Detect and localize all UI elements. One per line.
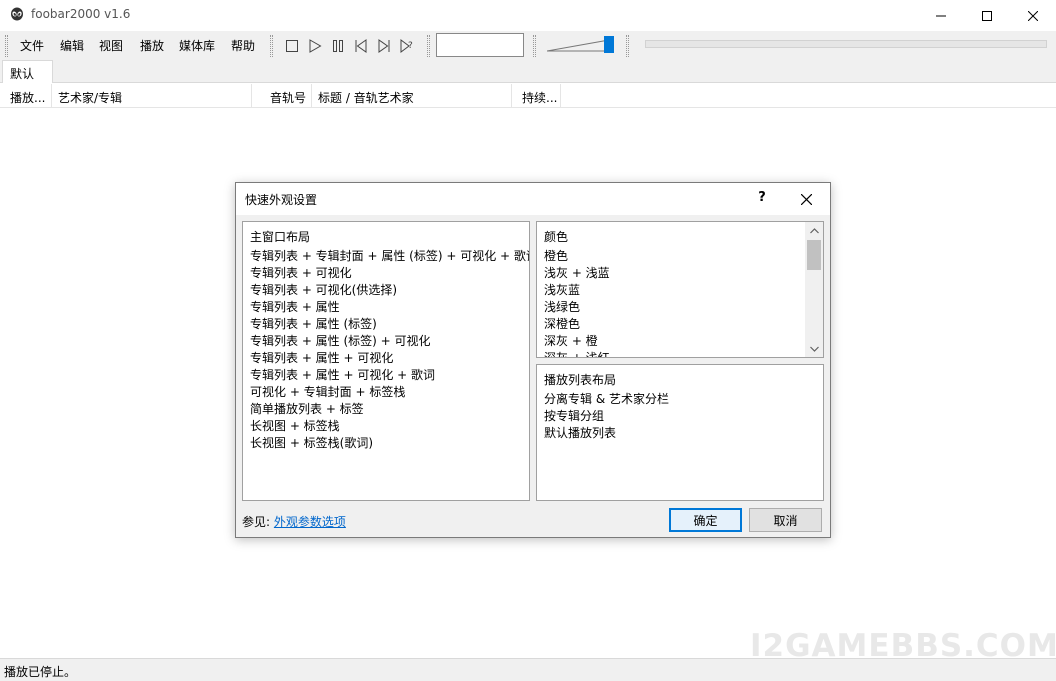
playlist-list-header: 播放列表布局 [544,373,617,387]
next-button[interactable] [375,37,393,55]
chevron-up-icon [809,227,819,233]
list-item[interactable]: 专辑列表 + 属性 + 可视化 + 歌词 [250,367,529,384]
scroll-up-button[interactable] [805,222,823,239]
previous-icon [355,39,367,53]
stop-button[interactable] [283,37,301,55]
pause-icon [333,40,343,52]
menu-help[interactable]: 帮助 [231,37,255,54]
list-item[interactable]: 橙色 [544,248,610,265]
scroll-thumb[interactable] [807,240,821,270]
list-item[interactable]: 专辑列表 + 属性 (标签) [250,316,529,333]
dialog-close-button[interactable] [796,190,816,208]
title-bar: foobar2000 v1.6 [0,0,1056,31]
list-item[interactable]: 分离专辑 & 艺术家分栏 [544,391,669,408]
colors-list-header: 颜色 [544,230,569,244]
seekbar-box[interactable] [436,33,524,57]
ok-button[interactable]: 确定 [669,508,742,532]
see-also-label: 参见: [242,515,271,529]
menu-edit[interactable]: 编辑 [60,37,84,54]
list-item[interactable]: 长视图 + 标签栈 [250,418,529,435]
play-button[interactable] [306,37,324,55]
column-header-artist-album[interactable]: 艺术家/专辑 [52,84,252,108]
toolbar-grip[interactable] [5,35,8,57]
list-item[interactable]: 专辑列表 + 可视化(供选择) [250,282,529,299]
help-button[interactable]: ? [754,190,770,205]
color-scheme-list[interactable]: 颜色 橙色 浅灰 + 浅蓝 浅灰蓝 浅绿色 深橙色 深灰 + 橙 深灰 + 浅红 [536,221,824,358]
list-item[interactable]: 默认播放列表 [544,425,669,442]
layout-list-header: 主窗口布局 [250,230,311,244]
dialog-title: 快速外观设置 [245,193,318,207]
menu-library[interactable]: 媒体库 [179,37,215,54]
menu-playback[interactable]: 播放 [140,37,164,54]
previous-button[interactable] [352,37,370,55]
close-icon [800,193,812,205]
close-button[interactable] [1010,0,1056,31]
cancel-button[interactable]: 取消 [749,508,822,532]
volume-thumb[interactable] [604,36,614,53]
toolbar-grip[interactable] [270,35,273,57]
toolbar-grip[interactable] [626,35,629,57]
list-item[interactable]: 简单播放列表 + 标签 [250,401,529,418]
menu-view[interactable]: 视图 [99,37,123,54]
next-icon [378,39,390,53]
list-item[interactable]: 专辑列表 + 可视化 [250,265,529,282]
maximize-icon [982,10,992,21]
alien-app-icon [11,7,23,21]
minimize-icon [936,15,946,16]
scroll-down-button[interactable] [805,340,823,357]
column-header-playing[interactable]: 播放... [0,84,52,108]
see-also-line: 参见: 外观参数选项 [242,513,346,530]
column-header-duration[interactable]: 持续... [512,84,561,108]
svg-text:?: ? [408,41,413,51]
list-item[interactable]: 浅灰蓝 [544,282,610,299]
play-icon [309,39,322,53]
list-item[interactable]: 可视化 + 专辑封面 + 标签栈 [250,384,529,401]
random-icon: ? [400,39,413,53]
list-item[interactable]: 专辑列表 + 属性 [250,299,529,316]
seek-progress-bar[interactable] [645,40,1047,48]
quick-appearance-dialog: 快速外观设置 ? 主窗口布局 专辑列表 + 专辑封面 + 属性 (标签) + 可… [235,182,831,538]
maximize-button[interactable] [964,0,1010,31]
column-headers: 播放... 艺术家/专辑 音轨号 标题 / 音轨艺术家 持续... [0,84,1056,108]
column-header-title[interactable]: 标题 / 音轨艺术家 [312,84,512,108]
playlist-layout-list[interactable]: 播放列表布局 分离专辑 & 艺术家分栏 按专辑分组 默认播放列表 [536,364,824,501]
column-header-track-no[interactable]: 音轨号 [252,84,312,108]
list-item[interactable]: 深灰 + 浅红 [544,350,610,357]
list-item[interactable]: 专辑列表 + 专辑封面 + 属性 (标签) + 可视化 + 歌词 [250,248,529,265]
minimize-button[interactable] [918,0,964,31]
menu-file[interactable]: 文件 [20,37,44,54]
toolbar-grip[interactable] [533,35,536,57]
dialog-title-bar: 快速外观设置 ? [236,183,830,215]
list-item[interactable]: 深橙色 [544,316,610,333]
list-item[interactable]: 按专辑分组 [544,408,669,425]
pause-button[interactable] [329,37,347,55]
toolbar-grip[interactable] [427,35,430,57]
list-item[interactable]: 专辑列表 + 属性 + 可视化 [250,350,529,367]
close-icon [1028,10,1038,21]
status-text: 播放已停止。 [4,665,77,679]
list-item[interactable]: 浅绿色 [544,299,610,316]
colors-scrollbar[interactable] [805,222,823,357]
list-item[interactable]: 浅灰 + 浅蓝 [544,265,610,282]
list-item[interactable]: 专辑列表 + 属性 (标签) + 可视化 [250,333,529,350]
list-item[interactable]: 深灰 + 橙 [544,333,610,350]
chevron-down-icon [809,346,819,352]
stop-icon [286,40,298,52]
random-button[interactable]: ? [398,37,416,55]
main-window-layout-list[interactable]: 主窗口布局 专辑列表 + 专辑封面 + 属性 (标签) + 可视化 + 歌词 专… [242,221,530,501]
status-bar: 播放已停止。 [0,658,1056,681]
tab-default[interactable]: 默认 [2,60,53,83]
appearance-preferences-link[interactable]: 外观参数选项 [274,515,346,529]
playlist-tabstrip: 默认 [0,59,1056,83]
list-item[interactable]: 长视图 + 标签栈(歌词) [250,435,529,452]
window-title: foobar2000 v1.6 [31,7,131,21]
